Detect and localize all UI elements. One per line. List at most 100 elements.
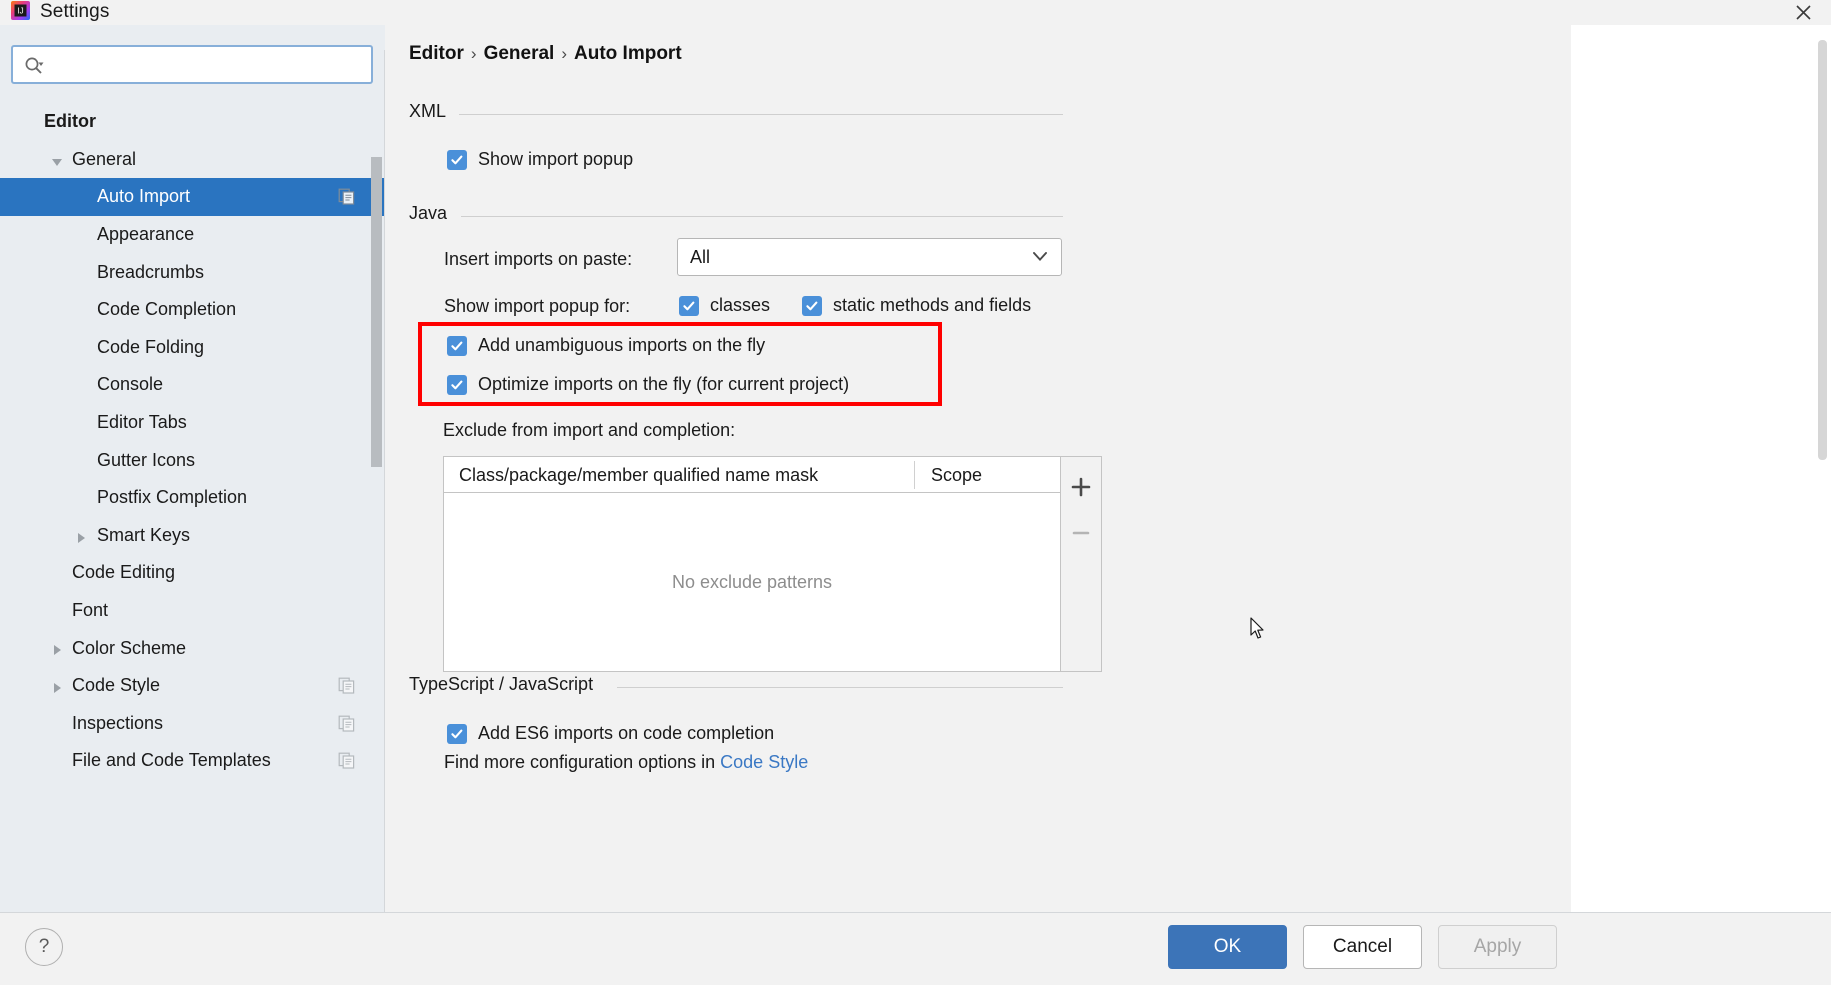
label-exclude-from-import: Exclude from import and completion: (443, 420, 736, 440)
copy-icon[interactable] (338, 715, 355, 732)
settings-content-panel: Editor › General › Auto Import XML Show impo… (385, 25, 1571, 912)
checkbox-label: Optimize imports on the fly (for current… (478, 374, 850, 394)
copy-icon[interactable] (338, 677, 355, 694)
code-style-hint-text: Find more configuration options in (444, 752, 721, 772)
chevron-right-icon[interactable] (74, 529, 88, 543)
close-icon[interactable] (1783, 0, 1823, 25)
title-bar: IJ Settings (0, 0, 1831, 25)
checkbox-label: Show import popup (478, 149, 634, 169)
sidebar-item-label: Breadcrumbs (97, 261, 205, 282)
section-title-java: Java (409, 203, 448, 223)
sidebar-item-label: Inspections (72, 712, 164, 733)
chevron-down-icon (1033, 248, 1047, 266)
sidebar-item-label: File and Code Templates (72, 750, 271, 771)
sidebar-item-label: Color Scheme (72, 637, 187, 658)
sidebar-item-label: Code Style (72, 675, 161, 696)
sidebar-item-code-style[interactable]: Code Style (0, 667, 385, 705)
checkbox-checked-icon (447, 374, 467, 395)
checkbox-classes[interactable]: classes (679, 295, 770, 316)
checkbox-label: static methods and fields (833, 295, 1032, 315)
help-button[interactable]: ? (25, 928, 63, 966)
sidebar-item-code-folding[interactable]: Code Folding (0, 329, 385, 367)
exclude-patterns-table[interactable]: Class/package/member qualified name mask… (443, 456, 1061, 672)
sidebar-item-label: Appearance (97, 224, 195, 245)
section-divider-java (461, 216, 1063, 217)
checkbox-add-es6-imports[interactable]: Add ES6 imports on code completion (447, 723, 774, 744)
breadcrumb-part-auto-import[interactable]: Auto Import (574, 43, 682, 64)
intellij-idea-icon: IJ (10, 0, 31, 21)
sidebar-item-console[interactable]: Console (0, 366, 385, 404)
checkbox-add-unambiguous-imports[interactable]: Add unambiguous imports on the fly (447, 335, 765, 356)
checkbox-checked-icon (679, 295, 699, 316)
table-column-divider[interactable] (914, 461, 915, 489)
svg-text:IJ: IJ (17, 7, 23, 16)
sidebar-item-font[interactable]: Font (0, 592, 385, 630)
sidebar-item-smart-keys[interactable]: Smart Keys (0, 517, 385, 555)
code-style-hint: Find more configuration options in Code … (444, 752, 808, 773)
search-input[interactable] (57, 47, 365, 84)
sidebar-item-file-and-code-templates[interactable]: File and Code Templates (0, 742, 385, 780)
copy-icon[interactable] (338, 188, 355, 206)
search-icon (24, 56, 44, 76)
sidebar-item-gutter-icons[interactable]: Gutter Icons (0, 441, 385, 479)
table-column-header-mask[interactable]: Class/package/member qualified name mask (459, 457, 818, 493)
page-scrollbar-thumb[interactable] (1818, 40, 1827, 460)
remove-exclude-pattern-button (1061, 517, 1101, 549)
sidebar-item-auto-import[interactable]: Auto Import (0, 178, 385, 216)
sidebar-scrollbar-thumb[interactable] (371, 157, 382, 467)
sidebar-item-code-editing[interactable]: Code Editing (0, 554, 385, 592)
sidebar-item-postfix-completion[interactable]: Postfix Completion (0, 479, 385, 517)
cancel-button[interactable]: Cancel (1303, 925, 1422, 969)
label-show-import-popup-for: Show import popup for: (444, 296, 631, 316)
insert-imports-on-paste-select[interactable]: All (677, 238, 1062, 276)
right-empty-pane (1571, 25, 1831, 912)
breadcrumb-part-editor[interactable]: Editor (409, 43, 464, 64)
table-column-header-scope[interactable]: Scope (931, 457, 982, 493)
window-title: Settings (40, 1, 110, 22)
sidebar-item-editor-tabs[interactable]: Editor Tabs (0, 404, 385, 442)
sidebar-item-breadcrumbs[interactable]: Breadcrumbs (0, 253, 385, 291)
checkbox-checked-icon (447, 149, 467, 170)
checkbox-label: Add unambiguous imports on the fly (478, 335, 766, 355)
code-style-link[interactable]: Code Style (720, 752, 808, 772)
checkbox-optimize-imports-on-the-fly[interactable]: Optimize imports on the fly (for current… (447, 374, 849, 395)
chevron-down-icon[interactable] (50, 153, 64, 167)
ok-button[interactable]: OK (1168, 925, 1287, 969)
breadcrumb: Editor › General › Auto Import (409, 43, 682, 65)
apply-button: Apply (1438, 925, 1557, 969)
sidebar-item-label: Font (72, 600, 109, 621)
settings-tree: Editor General Auto Import Appearance Breadc… (0, 103, 385, 780)
sidebar-item-label: Smart Keys (97, 524, 191, 545)
sidebar-item-color-scheme[interactable]: Color Scheme (0, 629, 385, 667)
chevron-right-icon[interactable] (50, 679, 64, 693)
sidebar-item-label: Gutter Icons (97, 449, 196, 470)
checkbox-static-methods-and-fields[interactable]: static methods and fields (802, 295, 1031, 316)
checkbox-show-import-popup-xml[interactable]: Show import popup (447, 149, 633, 170)
add-exclude-pattern-button[interactable] (1061, 471, 1101, 503)
label-insert-imports-on-paste: Insert imports on paste: (444, 249, 633, 269)
breadcrumb-part-general[interactable]: General (484, 43, 555, 64)
checkbox-checked-icon (447, 723, 467, 744)
breadcrumb-separator-2: › (561, 44, 567, 63)
sidebar-item-editor[interactable]: Editor (0, 103, 385, 141)
sidebar-item-label: Auto Import (97, 186, 191, 207)
sidebar-item-label: Editor Tabs (97, 412, 187, 433)
footer-divider (0, 912, 1831, 913)
section-title-typescript-javascript: TypeScript / JavaScript (409, 674, 594, 694)
mouse-cursor (1250, 617, 1266, 641)
checkbox-label: Add ES6 imports on code completion (478, 723, 775, 743)
breadcrumb-separator-1: › (470, 44, 477, 63)
sidebar-item-code-completion[interactable]: Code Completion (0, 291, 385, 329)
search-field[interactable] (11, 45, 373, 84)
copy-icon[interactable] (338, 752, 355, 769)
sidebar-item-label: Code Folding (97, 336, 205, 357)
sidebar-item-label: Postfix Completion (97, 487, 248, 508)
sidebar-item-appearance[interactable]: Appearance (0, 216, 385, 254)
sidebar-item-inspections[interactable]: Inspections (0, 705, 385, 743)
dialog-footer: ? OK Cancel Apply (0, 912, 1831, 985)
sidebar-item-label: Console (97, 374, 164, 395)
sidebar-item-general[interactable]: General (0, 141, 385, 179)
table-side-toolbar (1061, 456, 1102, 672)
checkbox-label: classes (710, 295, 771, 315)
chevron-right-icon[interactable] (50, 641, 64, 656)
